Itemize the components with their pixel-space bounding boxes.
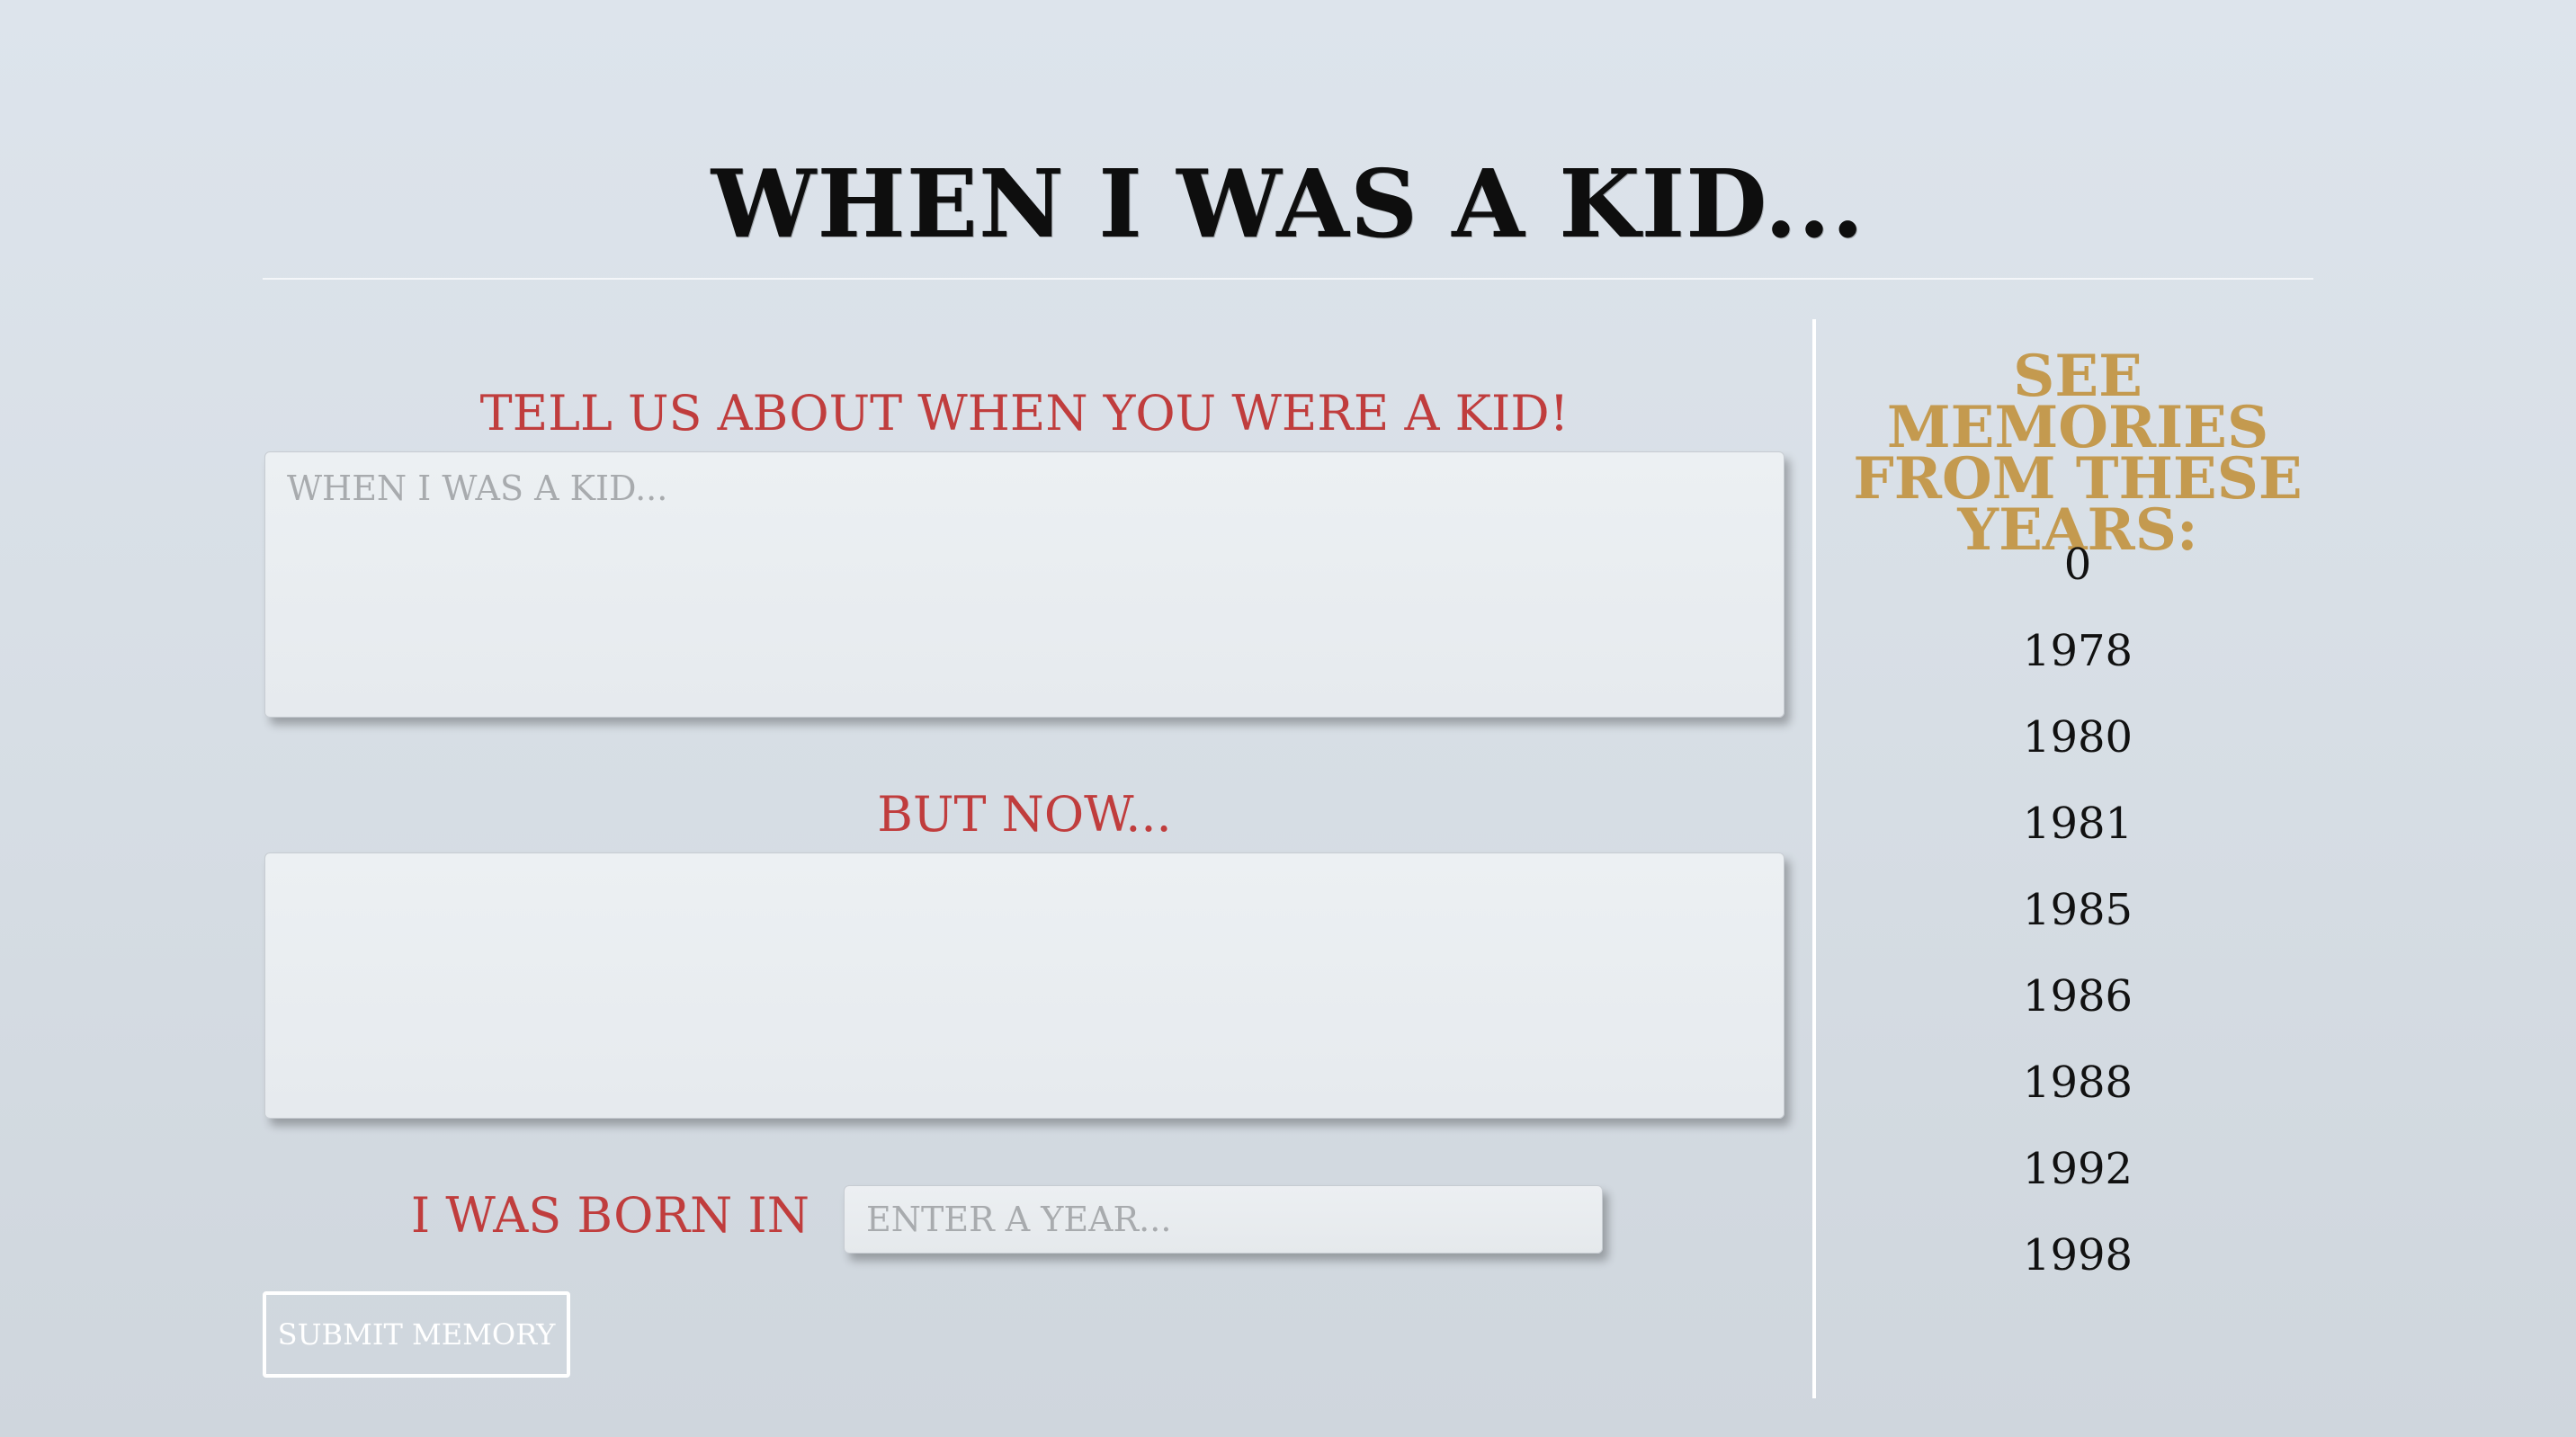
born-label: I WAS BORN IN [410,1187,809,1244]
memory-textarea[interactable] [264,451,1784,718]
year-item[interactable]: 1998 [1853,1230,2303,1317]
year-list: 0 1978 1980 1981 1985 1986 1988 1992 199… [1853,540,2303,1317]
year-item[interactable]: 1985 [1853,885,2303,971]
title-divider [263,278,2313,280]
column-divider [1812,319,1816,1398]
year-item[interactable]: 1988 [1853,1058,2303,1144]
now-textarea[interactable] [264,852,1784,1119]
submit-memory-button[interactable]: SUBMIT MEMORY [263,1291,570,1378]
now-label: BUT NOW... [877,786,1172,843]
year-item[interactable]: 1992 [1853,1144,2303,1230]
year-item[interactable]: 1986 [1853,971,2303,1058]
year-item[interactable]: 1978 [1853,626,2303,712]
year-item[interactable]: 1980 [1853,712,2303,799]
birth-year-input[interactable] [844,1185,1603,1254]
page-title: WHEN I WAS A KID... [711,148,1865,259]
year-item[interactable]: 0 [1853,540,2303,626]
memory-label: TELL US ABOUT WHEN YOU WERE A KID! [479,385,1570,442]
sidebar-title: SEE MEMORIES FROM THESE YEARS: [1853,343,2303,564]
year-item[interactable]: 1981 [1853,799,2303,885]
